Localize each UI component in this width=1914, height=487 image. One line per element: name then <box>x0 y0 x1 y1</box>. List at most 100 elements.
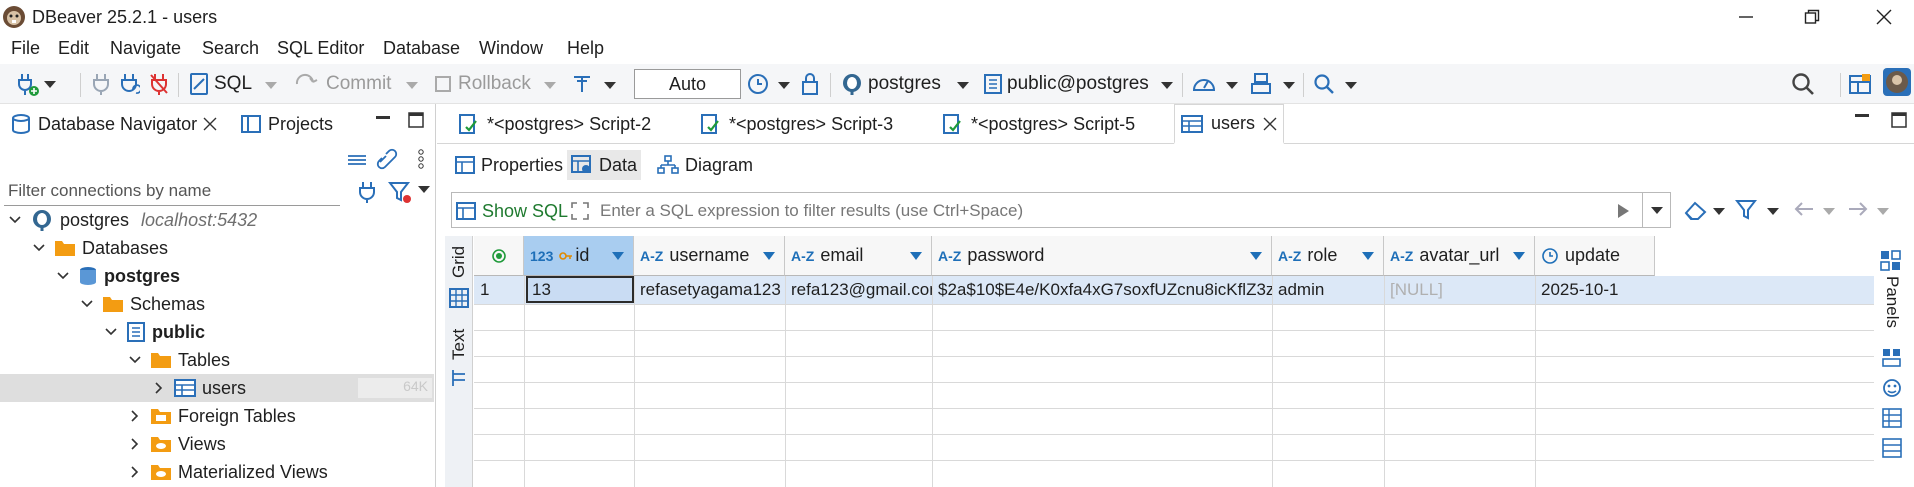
collapse-all-button[interactable] <box>346 150 368 168</box>
tree-item-connection[interactable]: postgres localhost:5432 <box>0 206 434 234</box>
sort-dropdown-icon[interactable] <box>1249 251 1263 261</box>
connection-filter-input[interactable]: Filter connections by name <box>4 176 340 206</box>
chevron-down-icon[interactable] <box>128 353 142 367</box>
commit-button[interactable]: Commit <box>294 70 391 98</box>
close-window-button[interactable] <box>1856 0 1912 34</box>
grid-view-tab[interactable]: Grid <box>449 246 469 278</box>
transaction-mode-button[interactable] <box>571 70 593 98</box>
tree-item-tables[interactable]: Tables <box>0 346 434 374</box>
chevron-down-icon[interactable] <box>1767 208 1779 215</box>
menu-file[interactable]: File <box>11 38 40 59</box>
maximize-editor-button[interactable] <box>1891 112 1907 128</box>
column-header-updated[interactable]: update <box>1535 236 1655 276</box>
connect-filter-button[interactable] <box>356 180 378 204</box>
user-avatar[interactable] <box>1882 68 1912 96</box>
cell-password[interactable]: $2a$10$E4e/K0xfa4xG7soxfUZcnu8icKflZ3z4R… <box>932 276 1272 304</box>
column-header-email[interactable]: A-Z email <box>785 236 932 276</box>
tools-button[interactable] <box>1249 70 1273 98</box>
dashboard-button[interactable] <box>1191 70 1217 98</box>
column-header-avatar-url[interactable]: A-Z avatar_url <box>1384 236 1535 276</box>
sort-dropdown-icon[interactable] <box>611 251 625 261</box>
filter-expression-input[interactable]: Enter a SQL expression to filter results… <box>600 201 1023 221</box>
perspective-button[interactable] <box>1848 70 1872 98</box>
close-icon[interactable] <box>203 117 217 131</box>
grid-view-button[interactable] <box>449 288 469 308</box>
tab-data[interactable]: Data <box>567 150 642 180</box>
chevron-right-icon[interactable] <box>128 465 142 479</box>
chevron-down-icon[interactable] <box>1283 82 1295 89</box>
chevron-down-icon[interactable] <box>1161 82 1173 89</box>
search-toolbar-button[interactable] <box>1312 70 1336 98</box>
global-search-button[interactable] <box>1790 70 1816 98</box>
chevron-down-icon[interactable] <box>544 82 556 89</box>
close-icon[interactable] <box>1263 117 1277 131</box>
filter-history-dropdown[interactable] <box>1642 193 1670 227</box>
column-header-password[interactable]: A-Z password <box>932 236 1272 276</box>
menu-database[interactable]: Database <box>383 38 460 59</box>
chevron-down-icon[interactable] <box>56 269 70 283</box>
new-connection-button[interactable] <box>14 70 56 98</box>
active-connection-selector[interactable]: postgres <box>840 70 941 98</box>
minimize-panel-button[interactable] <box>376 116 390 122</box>
tree-item-views[interactable]: Views <box>0 430 434 458</box>
menu-navigate[interactable]: Navigate <box>110 38 181 59</box>
column-header-username[interactable]: A-Z username <box>634 236 785 276</box>
cell-updated[interactable]: 2025-10-1 <box>1535 276 1655 304</box>
disconnect-button[interactable] <box>148 70 170 98</box>
apply-filter-button[interactable] <box>1616 203 1630 219</box>
chevron-down-icon[interactable] <box>1823 208 1835 215</box>
tree-item-schema-public[interactable]: public <box>0 318 434 346</box>
chevron-down-icon[interactable] <box>265 82 277 89</box>
chevron-down-icon[interactable] <box>1877 208 1889 215</box>
tree-item-database-postgres[interactable]: postgres <box>0 262 434 290</box>
clear-filter-button[interactable] <box>1683 198 1709 222</box>
chevron-down-icon[interactable] <box>1345 82 1357 89</box>
chevron-down-icon[interactable] <box>80 297 94 311</box>
menu-edit[interactable]: Edit <box>58 38 89 59</box>
value-panel-button[interactable] <box>1882 348 1902 368</box>
menu-sql-editor[interactable]: SQL Editor <box>277 38 364 59</box>
filter-settings-button[interactable] <box>388 180 412 204</box>
column-header-role[interactable]: A-Z role <box>1272 236 1384 276</box>
lock-button[interactable] <box>800 70 820 98</box>
back-button[interactable] <box>1793 200 1815 218</box>
panels-button[interactable] <box>1880 250 1902 272</box>
chevron-right-icon[interactable] <box>152 381 166 395</box>
aggregate-panel-button[interactable] <box>1882 408 1902 428</box>
panels-label[interactable]: Panels <box>1882 276 1902 328</box>
maximize-panel-button[interactable] <box>408 112 424 128</box>
cell-email[interactable]: refa123@gmail.com <box>785 276 932 304</box>
chevron-down-icon[interactable] <box>418 186 430 193</box>
chevron-down-icon[interactable] <box>32 241 46 255</box>
minimize-editor-button[interactable] <box>1855 114 1869 120</box>
text-view-tab[interactable]: Text <box>449 329 469 360</box>
restore-button[interactable] <box>1784 0 1840 34</box>
text-view-button[interactable] <box>450 368 468 388</box>
transaction-mode-field[interactable]: Auto <box>634 69 741 99</box>
connect-button[interactable] <box>90 70 112 98</box>
tab-script-3[interactable]: *<postgres> Script-3 <box>693 104 899 144</box>
expand-filter-button[interactable] <box>570 201 590 221</box>
cell-role[interactable]: admin <box>1272 276 1384 304</box>
reconnect-button[interactable] <box>118 70 140 98</box>
cell-avatar-url[interactable]: [NULL] <box>1384 276 1535 304</box>
metadata-panel-button[interactable] <box>1882 378 1902 398</box>
chevron-down-icon[interactable] <box>957 82 969 89</box>
chevron-down-icon[interactable] <box>406 82 418 89</box>
grouping-panel-button[interactable] <box>1882 438 1902 458</box>
tree-item-table-users[interactable]: users 64K <box>0 374 434 402</box>
view-menu-button[interactable] <box>417 148 425 170</box>
filter-button[interactable] <box>1735 198 1757 220</box>
cell-username[interactable]: refasetyagama123 <box>634 276 785 304</box>
sort-dropdown-icon[interactable] <box>909 251 923 261</box>
tree-item-databases[interactable]: Databases <box>0 234 434 262</box>
sort-dropdown-icon[interactable] <box>1361 251 1375 261</box>
tab-diagram[interactable]: Diagram <box>653 150 757 180</box>
show-sql-button[interactable]: Show SQL <box>456 198 568 224</box>
chevron-down-icon[interactable] <box>1226 82 1238 89</box>
chevron-down-icon[interactable] <box>1713 208 1725 215</box>
sort-dropdown-icon[interactable] <box>762 251 776 261</box>
tab-script-5[interactable]: *<postgres> Script-5 <box>935 104 1141 144</box>
tree-item-schemas[interactable]: Schemas <box>0 290 434 318</box>
chevron-right-icon[interactable] <box>128 437 142 451</box>
